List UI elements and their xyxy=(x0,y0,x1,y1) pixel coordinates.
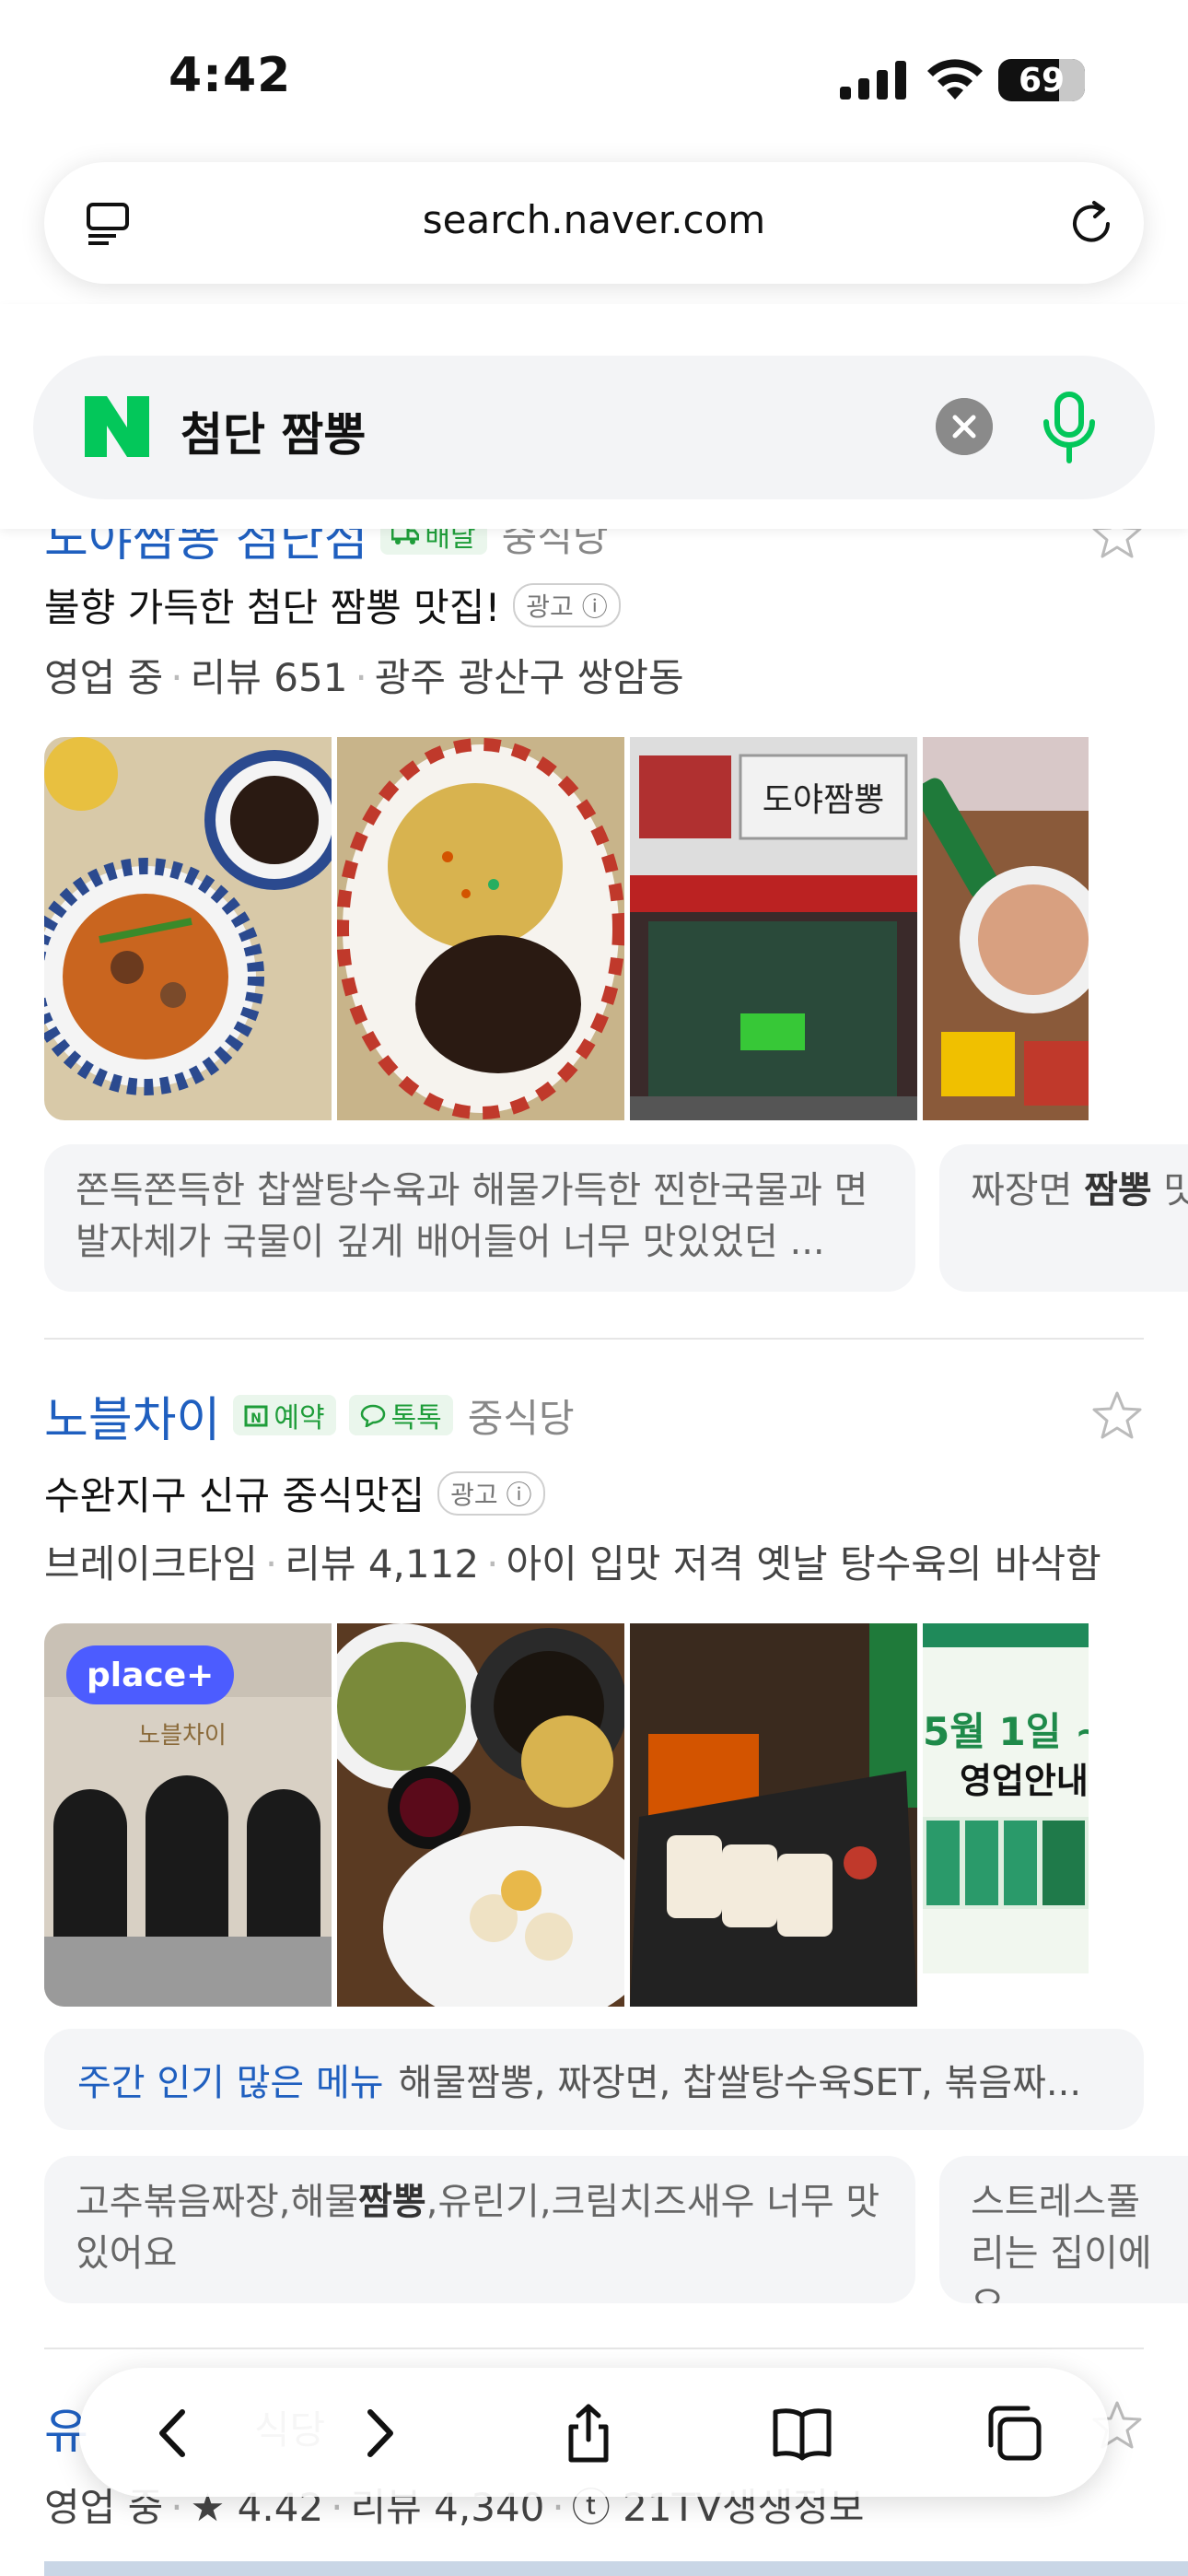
review-text: 짜장면 xyxy=(971,1169,1085,1212)
review-highlight: 짬뽕 xyxy=(358,2181,426,2223)
restaurant-exterior-photo[interactable]: 도야짬뽕 xyxy=(630,737,917,1120)
notice-dates: 5월 1일 ~ 5일 xyxy=(923,1709,1089,1754)
browser-toolbar xyxy=(79,2368,1109,2497)
reservation-tag[interactable]: N 예약 xyxy=(233,1395,336,1435)
ad-badge[interactable]: 광고 ⓘ xyxy=(437,1470,545,1516)
food-photo[interactable] xyxy=(923,737,1089,1120)
result-divider xyxy=(44,1338,1144,1340)
tag-label: 예약 xyxy=(274,1402,325,1434)
url-text[interactable]: search.naver.com xyxy=(44,197,1144,242)
share-icon[interactable] xyxy=(558,2403,619,2464)
restaurant-exterior-photo[interactable]: 노블차이 place+ xyxy=(44,1623,332,2007)
review-text: 스트레스풀리는 집이에요 xyxy=(971,2181,1152,2303)
review-count[interactable]: 리뷰 4,112 xyxy=(285,1541,479,1587)
search-header: 첨단 짬뽕 xyxy=(0,304,1188,529)
review-count[interactable]: 리뷰 651 xyxy=(191,655,348,700)
chat-bubble-icon xyxy=(360,1404,385,1427)
review-text-end: 맛 xyxy=(1163,1169,1188,1212)
result-divider xyxy=(44,2348,1144,2349)
notice-photo[interactable]: 5월 1일 ~ 5일 영업안내 xyxy=(923,1623,1089,2007)
tag-label: 톡톡 xyxy=(390,1402,442,1434)
ad-badge[interactable]: 광고 ⓘ xyxy=(513,582,621,627)
cellular-signal-icon xyxy=(840,61,906,100)
wifi-icon xyxy=(927,59,983,100)
photo-strip[interactable]: 도야짬뽕 xyxy=(44,737,1089,1120)
tabs-icon[interactable] xyxy=(984,2403,1044,2464)
photo-strip-peek xyxy=(44,2561,1188,2576)
popular-menu-items: 해물짬뽕, 짜장면, 찹쌀탕수육SET, 볶음짜... xyxy=(398,2062,1082,2104)
review-snippet[interactable]: 쫀득쫀득한 찹쌀탕수육과 해물가득한 찐한국물과 면발자체가 국물이 깊게 배어… xyxy=(44,1144,915,1292)
info-icon: ⓘ xyxy=(506,1479,532,1510)
clear-search-button[interactable] xyxy=(936,398,993,455)
battery-level: 69 xyxy=(1018,61,1066,100)
business-status: 영업 중 xyxy=(44,655,164,700)
food-photo[interactable] xyxy=(337,737,624,1120)
result-description: 불향 가득한 첨단 짬뽕 맛집! 광고 ⓘ xyxy=(44,577,621,633)
result-description: 수완지구 신규 중식맛집 광고 ⓘ xyxy=(44,1465,545,1521)
calendar-icon: N xyxy=(244,1405,268,1427)
business-highlight: 아이 입맛 저격 옛날 탕수육의 바삭함 xyxy=(506,1541,1101,1587)
status-time: 4:42 xyxy=(169,48,292,103)
search-query[interactable]: 첨단 짬뽕 xyxy=(181,398,366,464)
description-text: 수완지구 신규 중식맛집 xyxy=(44,1473,425,1518)
review-snippet[interactable]: 짜장면 짬뽕 맛 xyxy=(939,1144,1188,1292)
forward-icon[interactable] xyxy=(348,2403,409,2464)
talktalk-tag[interactable]: 톡톡 xyxy=(348,1395,453,1435)
place-plus-badge: place+ xyxy=(66,1645,235,1704)
voice-search-icon[interactable] xyxy=(1037,391,1101,464)
status-bar: 4:42 69 xyxy=(0,0,1188,157)
food-photo[interactable] xyxy=(44,737,332,1120)
naver-logo-icon[interactable] xyxy=(85,396,149,457)
svg-text:도야짬뽕: 도야짬뽕 xyxy=(763,781,884,819)
review-snippet[interactable]: 고추볶음짜장,해물짬뽕,유린기,크림치즈새우 너무 맛있어요 xyxy=(44,2156,915,2303)
battery-indicator: 69 xyxy=(998,59,1085,101)
ad-label: 광고 xyxy=(526,591,574,622)
review-snippet[interactable]: 스트레스풀리는 집이에요 xyxy=(939,2156,1188,2303)
svg-text:N: N xyxy=(251,1411,262,1426)
business-status: 브레이크타임 xyxy=(44,1541,258,1587)
review-text: 고추볶음짜장,해물 xyxy=(76,2181,359,2223)
notice-title: 영업안내 xyxy=(960,1761,1089,1801)
review-text: 쫀득쫀득한 찹쌀탕수육과 해물가득한 찐한국물과 면발자체가 국물이 깊게 배어… xyxy=(76,1169,868,1263)
business-category: 중식당 xyxy=(467,1395,575,1441)
info-icon: ⓘ xyxy=(581,591,608,622)
search-input[interactable]: 첨단 짬뽕 xyxy=(33,356,1155,499)
business-name-link[interactable]: 노블차이 xyxy=(44,1381,220,1450)
bookmarks-icon[interactable] xyxy=(772,2403,833,2464)
result-title-row: 노블차이 N 예약 톡톡 중식당 xyxy=(44,1378,575,1452)
description-text: 불향 가득한 첨단 짬뽕 맛집! xyxy=(44,585,501,630)
photo-strip[interactable]: 노블차이 place+ 5월 1일 영업안내 xyxy=(44,1623,1089,2007)
svg-text:노블차이: 노블차이 xyxy=(138,1722,227,1750)
review-highlight: 짬뽕 xyxy=(1084,1169,1152,1212)
address-bar[interactable]: search.naver.com xyxy=(44,162,1144,284)
back-icon[interactable] xyxy=(144,2403,204,2464)
food-photo[interactable] xyxy=(630,1623,917,2007)
popular-menu-label: 주간 인기 많은 메뉴 xyxy=(77,2062,384,2104)
business-address: 광주 광산구 쌍암동 xyxy=(374,655,684,700)
ad-label: 광고 xyxy=(450,1479,498,1510)
food-photo[interactable] xyxy=(337,1623,624,2007)
result-meta: 영업 중 · 리뷰 651 · 광주 광산구 쌍암동 xyxy=(44,655,684,700)
result-meta: 브레이크타임 · 리뷰 4,112 · 아이 입맛 저격 옛날 탕수육의 바삭함 xyxy=(44,1541,1101,1587)
popular-menu-bar[interactable]: 주간 인기 많은 메뉴 해물짬뽕, 짜장면, 찹쌀탕수육SET, 볶음짜... xyxy=(44,2029,1144,2130)
bookmark-star-icon[interactable] xyxy=(1090,1389,1144,1443)
reload-icon[interactable] xyxy=(1066,199,1116,249)
